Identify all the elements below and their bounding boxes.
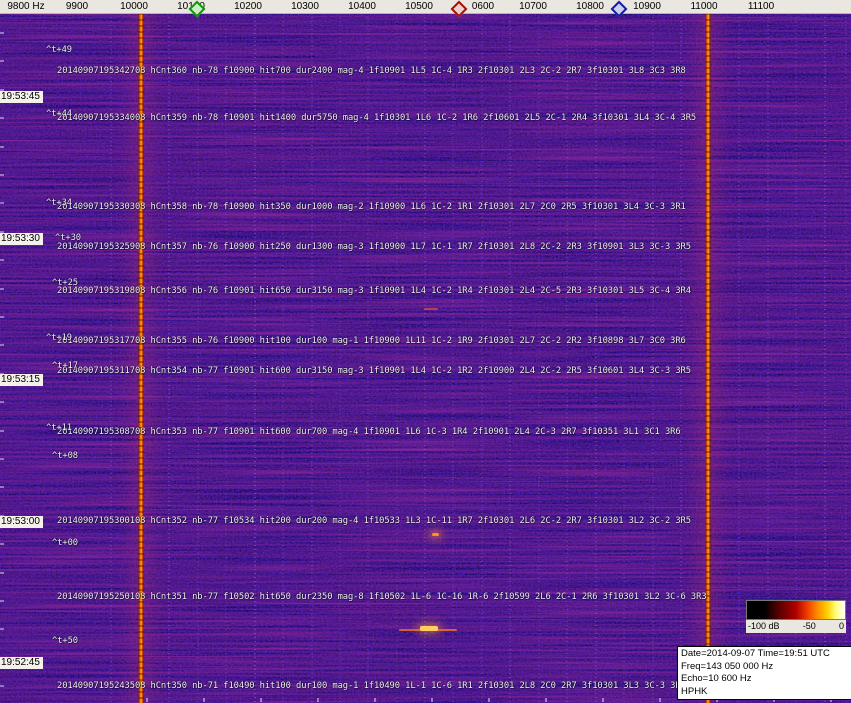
detection-log-line: 20140907195317708 hCnt355 nb-76 f10900 h… — [57, 336, 686, 346]
detection-log-line: 20140907195300108 hCnt352 nb-77 f10534 h… — [57, 516, 691, 526]
colorbar-legend: -100 dB -50 0 — [746, 600, 846, 633]
time-tick-label: 19:53:00 — [0, 516, 43, 528]
time-mark: ^t+25 — [52, 278, 78, 288]
freq-tick-label: 9800 Hz — [7, 1, 45, 12]
info-line-date: Date=2014-09-07 Time=19:51 UTC — [681, 648, 830, 659]
freq-tick-label: 9900 — [65, 1, 89, 12]
time-mark: ^t+49 — [46, 45, 72, 55]
legend-label-max: 0 — [838, 621, 844, 631]
freq-tick-label: 11000 — [690, 1, 718, 12]
colorbar-gradient — [746, 600, 846, 620]
freq-tick-label: 10300 — [291, 1, 319, 12]
freq-tick-label: 0600 — [471, 1, 495, 12]
freq-tick-label: 11100 — [747, 1, 775, 12]
info-line-appname: HPHK — [681, 685, 708, 697]
freq-tick-label: 10800 — [576, 1, 604, 12]
freq-tick-label: 10200 — [234, 1, 262, 12]
detection-log-line: 20140907195243508 hCnt350 nb-71 f10490 h… — [57, 681, 686, 691]
detection-log-line: 20140907195330308 hCnt358 nb-78 f10900 h… — [57, 202, 686, 212]
time-tick-label: 19:53:30 — [0, 233, 43, 245]
detection-log-line: 20140907195334008 hCnt359 nb-78 f10901 h… — [57, 113, 697, 123]
freq-tick-label: 10400 — [348, 1, 376, 12]
time-tick-label: 19:52:45 — [0, 657, 43, 669]
time-mark: ^t+00 — [52, 538, 78, 548]
freq-tick-label: 10900 — [633, 1, 661, 12]
time-mark: ^t+44 — [46, 109, 72, 119]
colorbar-labels: -100 dB -50 0 — [746, 620, 846, 633]
time-mark: ^t+08 — [52, 451, 78, 461]
detection-overlay: 20140907195342708 hCnt360 nb-78 f10900 h… — [0, 0, 851, 703]
legend-label-mid: -50 — [802, 621, 816, 631]
frequency-axis: 9800 Hz990010000101001020010300104001050… — [0, 0, 851, 18]
detection-log-line: 20140907195311708 hCnt354 nb-77 f10901 h… — [57, 366, 691, 376]
time-mark: ^t+17 — [52, 361, 78, 371]
detection-log-line: 20140907195250108 hCnt351 nb-77 f10502 h… — [57, 592, 707, 602]
time-mark: ^t+50 — [52, 636, 78, 646]
time-tick-label: 19:53:45 — [0, 91, 43, 103]
legend-label-min: -100 dB — [748, 621, 780, 631]
detection-log-line: 20140907195308708 hCnt353 nb-77 f10901 h… — [57, 427, 681, 437]
time-tick-label: 19:53:15 — [0, 374, 43, 386]
detection-log-line: 20140907195325908 hCnt357 nb-76 f10900 h… — [57, 242, 691, 252]
freq-tick-label: 10500 — [405, 1, 433, 12]
hphk-spectrogram-window: 20140907195342708 hCnt360 nb-78 f10900 h… — [0, 0, 851, 703]
time-mark: ^t+30 — [55, 233, 81, 243]
time-mark: ^t+19 — [46, 333, 72, 343]
detection-log-line: 20140907195342708 hCnt360 nb-78 f10900 h… — [57, 66, 686, 76]
freq-tick-label: 10000 — [120, 1, 148, 12]
time-mark: ^t+34 — [46, 198, 72, 208]
info-line-echo: Echo=10 600 Hz — [681, 673, 752, 684]
time-mark: ^t+11 — [46, 423, 72, 433]
info-box: Date=2014-09-07 Time=19:51 UTC Freq=143 … — [677, 646, 851, 700]
info-line-freq: Freq=143 050 000 Hz — [681, 660, 774, 672]
detection-log-line: 20140907195319808 hCnt356 nb-76 f10901 h… — [57, 286, 691, 296]
freq-tick-label: 10700 — [519, 1, 547, 12]
